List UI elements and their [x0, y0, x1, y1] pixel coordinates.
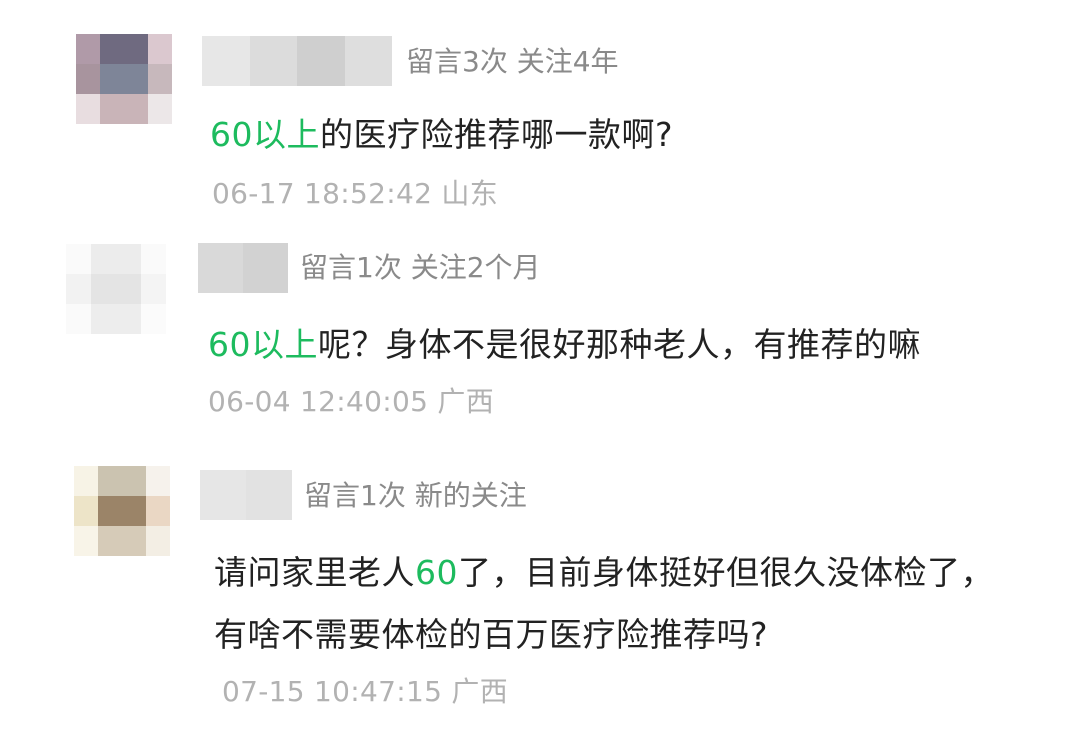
nickname-mosaic-cell: [243, 243, 288, 293]
avatar-mosaic-cell: [116, 304, 141, 334]
avatar-mosaic-cell: [148, 64, 172, 94]
comment-stats: 留言3次 关注4年: [406, 45, 619, 78]
nickname-blurred[interactable]: [198, 243, 288, 293]
avatar-mosaic-cell: [146, 526, 170, 556]
comment-text-body: 呢？身体不是很好那种老人，有推荐的嘛: [318, 325, 921, 364]
avatar-mosaic-cell: [141, 304, 166, 334]
comment-text-highlight: 60以上: [210, 115, 320, 154]
avatar-mosaic-cell: [124, 94, 148, 124]
nickname-mosaic-cell: [202, 36, 250, 86]
comment-time-location: 06-04 12:40:05 广西: [208, 385, 495, 418]
avatar-mosaic-cell: [146, 466, 170, 496]
comment-stats: 留言1次 关注2个月: [300, 251, 541, 284]
avatar[interactable]: [76, 34, 172, 124]
avatar-mosaic-cell: [98, 466, 122, 496]
comment-text-body: 了，目前身体挺好但很久没体检了，: [458, 553, 994, 592]
avatar-mosaic-cell: [148, 94, 172, 124]
avatar-mosaic-cell: [66, 304, 91, 334]
avatar-mosaic-cell: [122, 526, 146, 556]
avatar-mosaic-cell: [66, 244, 91, 274]
avatar-mosaic-cell: [116, 244, 141, 274]
nickname-mosaic-cell: [297, 36, 345, 86]
avatar-mosaic-cell: [98, 496, 122, 526]
nickname-mosaic-cell: [198, 243, 243, 293]
nickname-mosaic-cell: [344, 36, 392, 86]
avatar-mosaic-cell: [66, 274, 91, 304]
avatar-mosaic-cell: [91, 274, 116, 304]
avatar-mosaic-cell: [141, 244, 166, 274]
avatar-mosaic-cell: [100, 64, 124, 94]
comment-text-body: 有啥不需要体检的百万医疗险推荐吗?: [214, 615, 769, 654]
avatar-mosaic-cell: [74, 496, 98, 526]
comment-text-line: 有啥不需要体检的百万医疗险推荐吗?: [214, 608, 768, 662]
avatar-mosaic-cell: [76, 64, 100, 94]
avatar-mosaic-cell: [74, 526, 98, 556]
comment-text: 60以上的医疗险推荐哪一款啊?: [210, 108, 673, 162]
comment-text-body: 请问家里老人: [214, 553, 415, 592]
comment-time-location: 06-17 18:52:42 山东: [212, 177, 499, 210]
comment-text-highlight: 60以上: [208, 325, 318, 364]
avatar-mosaic-cell: [98, 526, 122, 556]
avatar-mosaic-cell: [122, 466, 146, 496]
comment-time-location: 07-15 10:47:15 广西: [222, 675, 509, 708]
avatar-mosaic-cell: [100, 94, 124, 124]
avatar[interactable]: [74, 466, 170, 556]
comment-text-body: 的医疗险推荐哪一款啊?: [320, 115, 674, 154]
nickname-blurred[interactable]: [200, 470, 292, 520]
avatar-mosaic-cell: [122, 496, 146, 526]
comment-text-highlight: 60: [415, 553, 458, 592]
avatar-mosaic-cell: [124, 64, 148, 94]
comment-text-line: 请问家里老人60了，目前身体挺好但很久没体检了，: [214, 546, 994, 600]
nickname-blurred[interactable]: [202, 36, 392, 86]
avatar-mosaic-cell: [100, 34, 124, 64]
nickname-mosaic-cell: [249, 36, 297, 86]
avatar-mosaic-cell: [148, 34, 172, 64]
avatar-mosaic-cell: [116, 274, 141, 304]
comment-text: 60以上呢？身体不是很好那种老人，有推荐的嘛: [208, 318, 921, 372]
avatar-mosaic-cell: [141, 274, 166, 304]
avatar-mosaic-cell: [76, 34, 100, 64]
avatar-mosaic-cell: [74, 466, 98, 496]
avatar-mosaic-cell: [91, 304, 116, 334]
avatar-mosaic-cell: [91, 244, 116, 274]
avatar-mosaic-cell: [146, 496, 170, 526]
nickname-mosaic-cell: [246, 470, 292, 520]
comment-stats: 留言1次 新的关注: [304, 479, 527, 512]
nickname-mosaic-cell: [200, 470, 246, 520]
avatar-mosaic-cell: [124, 34, 148, 64]
avatar[interactable]: [66, 244, 166, 334]
avatar-mosaic-cell: [76, 94, 100, 124]
